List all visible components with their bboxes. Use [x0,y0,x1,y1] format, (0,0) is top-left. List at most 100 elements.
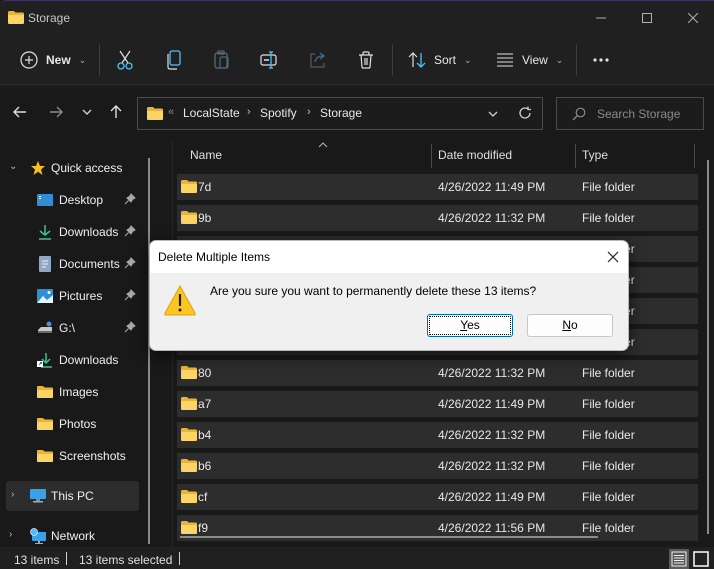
network-icon [30,528,46,544]
sidebar-item-label: Images [59,385,99,399]
delete-button[interactable] [358,43,374,77]
sidebar-item-label: Screenshots [59,449,126,463]
file-type: File folder [582,459,635,473]
sidebar-item-label: Photos [59,417,97,431]
sidebar-item-label: This PC [51,489,94,503]
search-input[interactable]: Search Storage [597,107,680,121]
search-box[interactable]: Search Storage [556,97,704,130]
sort-button[interactable]: Sort ⌄ [408,43,472,77]
status-bar: 13 items 13 items selected [0,547,714,569]
refresh-icon[interactable] [518,106,532,120]
file-row[interactable]: 9b 4/26/2022 11:32 PM File folder [177,205,698,231]
breadcrumb-localstate[interactable]: LocalState [183,106,240,120]
sidebar-scrollbar[interactable] [148,158,150,544]
file-row[interactable]: b6 4/26/2022 11:32 PM File folder [177,453,698,479]
paste-button[interactable] [214,43,230,77]
horizontal-scrollbar[interactable] [180,536,598,538]
sidebar-item-this-pc[interactable]: › This PC [6,481,139,511]
minimize-button[interactable] [579,5,623,31]
documents-icon [39,256,51,272]
column-header-name[interactable]: Name [190,140,430,170]
address-history-chevron-icon[interactable] [488,111,498,117]
file-date-modified: 4/26/2022 11:49 PM [438,180,546,194]
more-options-button[interactable] [592,43,610,77]
close-icon[interactable] [605,249,621,265]
sidebar-item-label: Desktop [59,193,104,207]
vertical-scrollbar[interactable] [707,160,709,534]
up-button[interactable] [106,102,126,122]
chevron-right-icon[interactable]: › [11,489,14,500]
column-header-label: Name [190,148,223,162]
breadcrumb-spotify[interactable]: Spotify [260,106,297,120]
details-view-button[interactable] [669,549,689,569]
item-count: 13 items [14,553,60,567]
file-type: File folder [582,366,635,380]
breadcrumb-separator[interactable]: › [307,106,311,118]
new-button[interactable]: New ⌄ [20,43,86,77]
column-divider[interactable] [575,144,576,168]
chevron-right-icon[interactable]: › [9,529,12,540]
sidebar-item-pictures[interactable]: Pictures [0,281,140,311]
no-button[interactable]: No [527,314,613,337]
column-divider[interactable] [431,144,432,168]
sidebar-item-photos[interactable]: Photos [0,409,140,439]
breadcrumb-separator[interactable]: › [247,106,251,118]
forward-button[interactable] [46,102,66,122]
sidebar-item-desktop[interactable]: Desktop [0,185,140,215]
sidebar-item-documents[interactable]: Documents [0,249,140,279]
file-name: a7 [198,397,212,411]
sidebar-item-downloads[interactable]: Downloads [0,217,140,247]
large-icons-view-button[interactable] [691,549,711,569]
column-divider[interactable] [694,144,695,168]
sidebar-item-screenshots[interactable]: Screenshots [0,441,140,471]
pin-icon[interactable] [124,289,136,301]
dialog-message: Are you sure you want to permanently del… [210,284,537,298]
pictures-icon [37,289,53,303]
desktop-icon [37,194,53,206]
chevron-down-icon[interactable]: ⌄ [9,161,17,172]
file-name: 9b [198,211,212,225]
breadcrumb-overflow[interactable]: « [168,106,174,118]
file-row[interactable]: 7d 4/26/2022 11:49 PM File folder [177,174,698,200]
no-label-rest: o [570,318,578,332]
file-row[interactable]: cf 4/26/2022 11:49 PM File folder [177,484,698,510]
file-row[interactable]: a7 4/26/2022 11:49 PM File folder [177,391,698,417]
view-button[interactable]: View ⌄ [496,43,563,77]
maximize-button[interactable] [625,5,669,31]
more-icon [593,58,609,62]
share-button[interactable] [309,43,327,77]
file-row[interactable]: 80 4/26/2022 11:32 PM File folder [177,360,698,386]
rename-button[interactable] [260,43,278,77]
address-bar[interactable]: « LocalState › Spotify › Storage [137,97,543,130]
pin-icon[interactable] [124,257,136,269]
pin-icon[interactable] [124,193,136,205]
yes-button[interactable]: Yes [427,314,513,337]
pin-icon[interactable] [124,225,136,237]
sidebar-item-images[interactable]: Images [0,377,140,407]
sidebar-item-label: Downloads [59,353,119,367]
sidebar-item-quick-access[interactable]: ⌄ Quick access [0,153,140,183]
sidebar-item-label: Documents [59,257,120,271]
pin-icon[interactable] [124,321,136,333]
recent-locations-button[interactable] [77,102,97,122]
cut-button[interactable] [116,43,134,77]
close-button[interactable] [671,5,714,31]
file-date-modified: 4/26/2022 11:32 PM [438,428,546,442]
copy-button[interactable] [166,43,182,77]
sidebar-item-g-drive[interactable]: G:\ [0,313,140,343]
back-button[interactable] [10,102,30,122]
chevron-down-icon [82,109,92,115]
folder-icon [181,428,197,444]
file-name: b4 [198,428,212,442]
warning-icon [164,284,196,316]
file-row[interactable]: b4 4/26/2022 11:32 PM File folder [177,422,698,448]
folder-icon [181,521,197,537]
file-type: File folder [582,397,635,411]
column-header-type[interactable]: Type [582,140,692,170]
file-date-modified: 4/26/2022 11:32 PM [438,459,546,473]
sidebar-item-downloads-shortcut[interactable]: Downloads [0,345,140,375]
column-header-date-modified[interactable]: Date modified [438,140,576,170]
breadcrumb-storage[interactable]: Storage [320,106,362,120]
new-label: New [46,53,71,67]
folder-icon [181,459,197,475]
